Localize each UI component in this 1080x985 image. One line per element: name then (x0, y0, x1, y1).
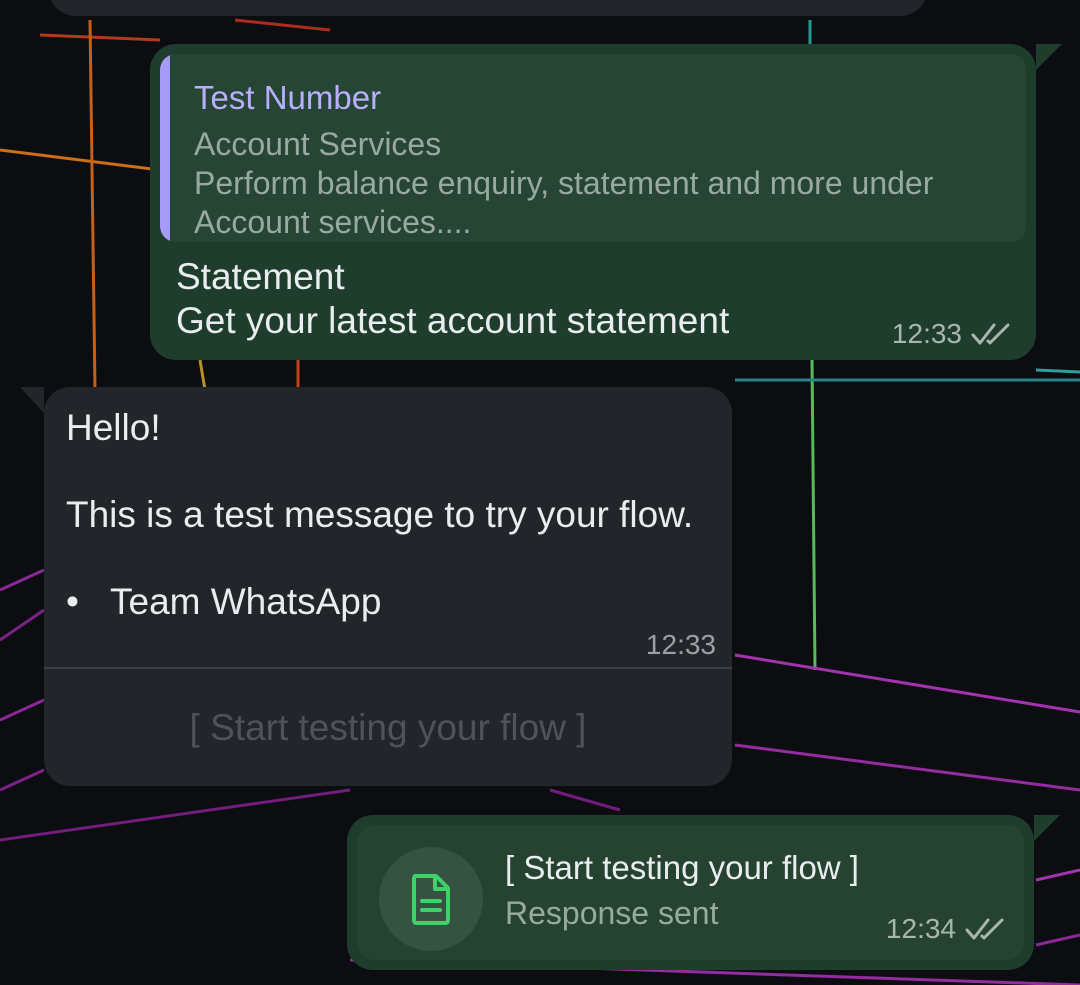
quote-accent-bar (160, 54, 170, 242)
message-time: 12:33 (645, 629, 716, 660)
read-receipt-icon (971, 323, 1010, 345)
read-receipt-icon (965, 918, 1004, 940)
message-meta: 12:33 (892, 318, 1014, 350)
bullet-dot: • (66, 581, 79, 622)
document-icon-circle (379, 847, 483, 951)
message-time: 12:34 (885, 913, 956, 944)
quote-line: Account services.... (194, 204, 472, 240)
message-text: This is a test message to try your flow. (66, 494, 694, 535)
flow-response-message[interactable]: [ Start testing your flow ] Response sen… (347, 815, 1060, 970)
message-greeting: Hello! (66, 407, 161, 448)
bullet-text: Team WhatsApp (110, 581, 382, 622)
message-text: Get your latest account statement (176, 300, 730, 341)
incoming-message[interactable]: Hello! This is a test message to try you… (20, 387, 732, 786)
bubble-tail (1036, 44, 1062, 70)
previous-message-bubble (48, 0, 928, 16)
message-meta: 12:34 (886, 913, 1008, 945)
message-time: 12:33 (891, 318, 962, 349)
message-text: Statement (176, 256, 345, 297)
bubble-tail (20, 387, 44, 413)
flow-response-status: Response sent (505, 895, 719, 931)
quote-sender: Test Number (194, 79, 382, 116)
start-testing-flow-button[interactable]: [ Start testing your flow ] (44, 669, 732, 786)
outgoing-reply-message[interactable]: Test Number Account Services Perform bal… (150, 44, 1062, 360)
document-icon (412, 874, 450, 925)
quote-line: Account Services (194, 126, 442, 162)
flow-response-title: [ Start testing your flow ] (505, 849, 859, 886)
bubble-tail (1034, 815, 1060, 841)
quoted-message[interactable]: Test Number Account Services Perform bal… (160, 54, 1026, 242)
quote-line: Perform balance enquiry, statement and m… (194, 165, 934, 201)
